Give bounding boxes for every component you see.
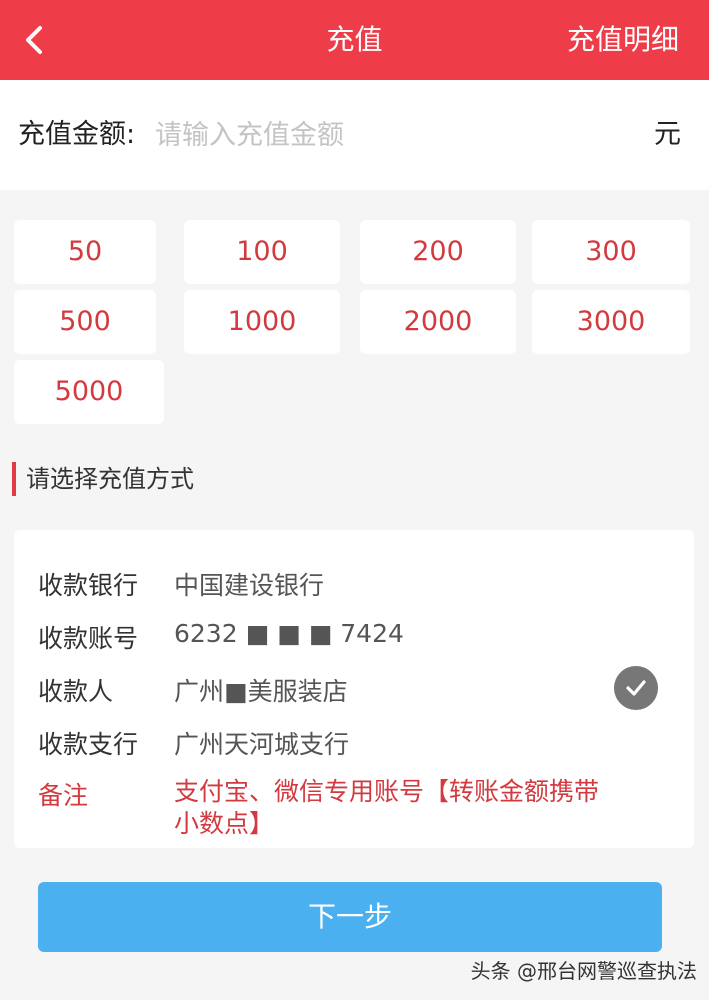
bank-value: 中国建设银行 xyxy=(174,571,325,600)
amount-label: 充值金额: xyxy=(18,119,136,150)
recharge-details-link[interactable]: 充值明细 xyxy=(567,0,679,80)
preset-amount-button[interactable]: 1000 xyxy=(184,290,340,354)
payee-value: 广州■美服装店 xyxy=(174,677,348,706)
preset-amount-button[interactable]: 500 xyxy=(14,290,156,354)
preset-amounts: 50 100 200 300 500 1000 2000 3000 5000 xyxy=(0,215,709,430)
selected-check[interactable] xyxy=(614,666,658,710)
bank-label: 收款银行 xyxy=(38,571,139,600)
amount-row: 充值金额: 元 xyxy=(0,80,709,190)
preset-amount-button[interactable]: 50 xyxy=(14,220,156,284)
top-bar: 充值 充值明细 xyxy=(0,0,709,80)
next-step-button[interactable]: 下一步 xyxy=(38,882,662,952)
account-value: 6232 ■ ■ ■ 7424 xyxy=(174,619,404,648)
note-label: 备注 xyxy=(38,781,89,810)
amount-input[interactable] xyxy=(155,110,625,160)
payment-method-heading: 请选择充值方式 xyxy=(12,462,194,496)
preset-amount-button[interactable]: 300 xyxy=(532,220,690,284)
preset-amount-button[interactable]: 2000 xyxy=(360,290,516,354)
check-circle-icon xyxy=(626,680,646,696)
payee-label: 收款人 xyxy=(38,677,114,706)
branch-value: 广州天河城支行 xyxy=(174,730,350,759)
preset-amount-button[interactable]: 3000 xyxy=(532,290,690,354)
note-value: 支付宝、微信专用账号【转账金额携带小数点】 xyxy=(174,777,600,838)
preset-amount-button[interactable]: 5000 xyxy=(14,360,164,424)
branch-label: 收款支行 xyxy=(38,730,139,759)
payment-method-card[interactable]: 收款银行 中国建设银行 收款账号 6232 ■ ■ ■ 7424 收款人 广州■… xyxy=(14,530,694,848)
watermark: 头条 @邢台网警巡查执法 xyxy=(470,959,697,983)
amount-unit: 元 xyxy=(654,119,681,150)
preset-amount-button[interactable]: 200 xyxy=(360,220,516,284)
account-label: 收款账号 xyxy=(38,624,139,653)
preset-amount-button[interactable]: 100 xyxy=(184,220,340,284)
